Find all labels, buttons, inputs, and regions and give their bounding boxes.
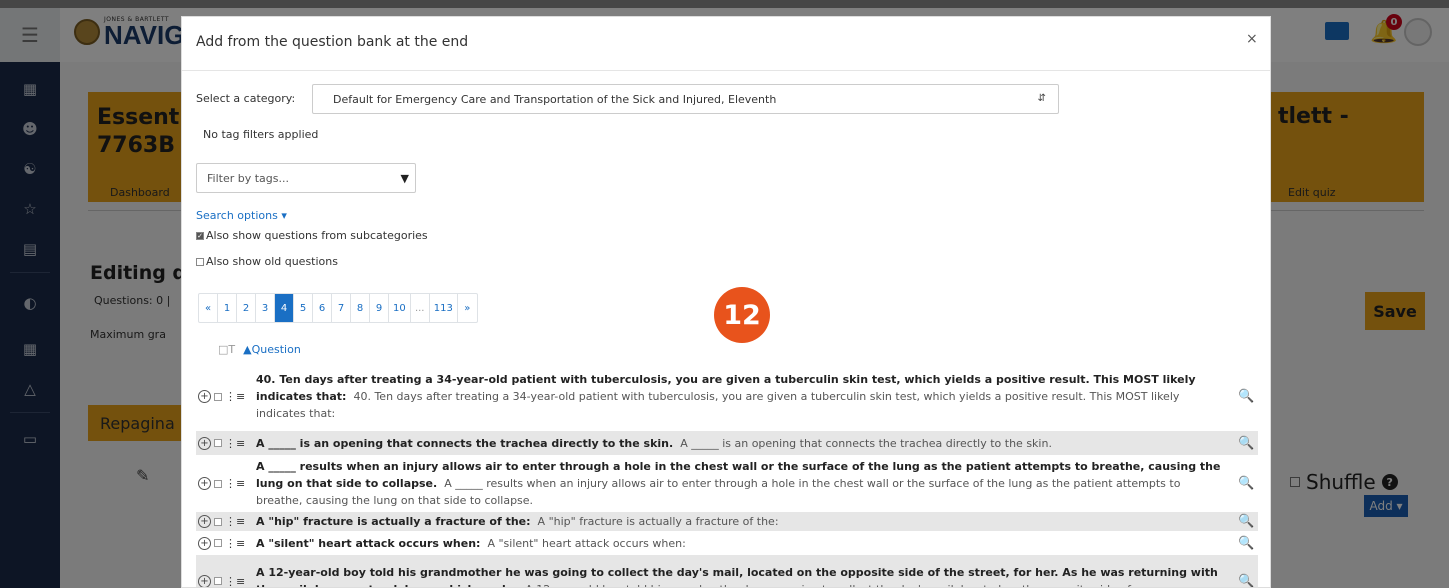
question-name: A "hip" fracture is actually a fracture … (256, 515, 531, 528)
question-body: A "hip" fracture is actually a fracture … (537, 515, 779, 528)
multichoice-type-icon: ⋮≡ (225, 477, 246, 490)
row-controls: + ⋮≡ (196, 477, 256, 490)
row-checkbox[interactable] (214, 439, 222, 447)
table-row: + ⋮≡ A "silent" heart attack occurs when: … (196, 531, 1258, 555)
search-options-link[interactable]: Search options ▾ (196, 209, 287, 222)
row-controls: + ⋮≡ (196, 574, 256, 588)
question-body: A "silent" heart attack occurs when: (487, 536, 686, 550)
category-select[interactable]: Default for Emergency Care and Transport… (312, 84, 1059, 114)
caret-down-icon: ▾ (281, 209, 287, 222)
tag-filter-input[interactable]: Filter by tags... ▼ (196, 163, 416, 193)
category-label: Select a category: (196, 92, 296, 105)
page-link[interactable]: 6 (313, 294, 332, 322)
row-checkbox[interactable] (214, 577, 222, 585)
question-text: 40. Ten days after treating a 34-year-ol… (256, 370, 1238, 423)
preview-icon[interactable]: 🔍 (1238, 389, 1258, 404)
page-link[interactable]: 9 (370, 294, 389, 322)
multichoice-type-icon: ⋮≡ (225, 574, 246, 588)
add-question-icon[interactable]: + (198, 536, 211, 550)
question-body: 40. Ten days after treating a 34-year-ol… (256, 390, 1180, 420)
page-link[interactable]: 4 (275, 294, 294, 322)
question-body: A _____ is an opening that connects the … (680, 436, 1052, 450)
row-checkbox[interactable] (214, 517, 222, 526)
preview-icon[interactable]: 🔍 (1238, 574, 1258, 588)
old-questions-label: Also show old questions (206, 255, 338, 268)
preview-icon[interactable]: 🔍 (1238, 476, 1258, 491)
row-checkbox[interactable] (214, 479, 222, 488)
page-link[interactable]: » (458, 294, 477, 322)
row-controls: + ⋮≡ (196, 536, 256, 550)
row-checkbox[interactable] (214, 392, 222, 401)
add-question-icon[interactable]: + (198, 436, 211, 450)
close-icon[interactable]: × (1246, 31, 1258, 47)
row-controls: + ⋮≡ (196, 436, 256, 450)
subcategories-checkbox[interactable]: ✓ (196, 231, 204, 240)
modal-title: Add from the question bank at the end (196, 34, 469, 50)
tag-filter-placeholder: Filter by tags... (207, 171, 289, 185)
pagination: «1 2 3 4 5 6 7 8 9 10... 113» (198, 293, 478, 323)
page-link[interactable]: 5 (294, 294, 313, 322)
table-row: + ⋮≡ A _____ is an opening that connects t… (196, 431, 1258, 455)
question-bank-modal: Add from the question bank at the end × … (181, 16, 1271, 588)
question-text: A _____ results when an injury allows ai… (256, 457, 1238, 510)
add-question-icon[interactable]: + (198, 390, 211, 403)
preview-icon[interactable]: 🔍 (1238, 514, 1258, 529)
multichoice-type-icon: ⋮≡ (225, 515, 246, 528)
question-body: A 12-year-old boy told his grandmother h… (525, 583, 1131, 587)
question-table-header: □T ▲Question (218, 343, 301, 356)
add-question-icon[interactable]: + (198, 574, 211, 587)
page-link[interactable]: 3 (256, 294, 275, 322)
table-row: + ⋮≡ A _____ results when an injury allows… (196, 455, 1258, 512)
question-text: A "silent" heart attack occurs when: A "… (256, 534, 1238, 553)
column-type-header[interactable]: □T (218, 343, 235, 356)
multichoice-type-icon: ⋮≡ (225, 436, 246, 450)
multichoice-type-icon: ⋮≡ (225, 390, 246, 403)
column-question-header[interactable]: ▲Question (243, 343, 301, 356)
page-link: ... (411, 294, 430, 322)
page-link[interactable]: 7 (332, 294, 351, 322)
table-row: + ⋮≡ 40. Ten days after treating a 34-year… (196, 362, 1258, 431)
page-link[interactable]: 1 (218, 294, 237, 322)
table-row: + ⋮≡ A "hip" fracture is actually a fractu… (196, 512, 1258, 531)
add-question-icon[interactable]: + (198, 515, 211, 528)
tag-filter-status: No tag filters applied (203, 128, 319, 141)
subcategories-label: Also show questions from subcategories (206, 229, 428, 242)
old-questions-option[interactable]: Also show old questions (196, 255, 338, 268)
page-link[interactable]: 10 (389, 294, 411, 322)
page-link[interactable]: 2 (237, 294, 256, 322)
old-questions-checkbox[interactable] (196, 257, 204, 266)
question-text: A _____ is an opening that connects the … (256, 434, 1238, 453)
page-link[interactable]: « (199, 294, 218, 322)
question-name: A "silent" heart attack occurs when: (256, 536, 481, 550)
select-arrows-icon: ⇵ (1037, 93, 1046, 104)
question-text: A 12-year-old boy told his grandmother h… (256, 563, 1238, 587)
table-row: + ⋮≡ A 12-year-old boy told his grandmothe… (196, 555, 1258, 588)
question-text: A "hip" fracture is actually a fracture … (256, 512, 1238, 531)
page-link[interactable]: 113 (430, 294, 458, 322)
category-value: Default for Emergency Care and Transport… (333, 92, 777, 106)
subcategories-option[interactable]: ✓ Also show questions from subcategories (196, 229, 428, 242)
page-link[interactable]: 8 (351, 294, 370, 322)
row-controls: + ⋮≡ (196, 515, 256, 528)
dropdown-arrow-icon: ▼ (400, 172, 409, 185)
row-controls: + ⋮≡ (196, 390, 256, 403)
step-number-badge: 12 (714, 287, 770, 343)
row-checkbox[interactable] (214, 539, 222, 547)
preview-icon[interactable]: 🔍 (1238, 536, 1258, 551)
multichoice-type-icon: ⋮≡ (225, 536, 246, 550)
question-name: A _____ is an opening that connects the … (256, 436, 674, 450)
add-question-icon[interactable]: + (198, 477, 211, 490)
preview-icon[interactable]: 🔍 (1238, 436, 1258, 451)
modal-header: Add from the question bank at the end × (182, 17, 1270, 71)
